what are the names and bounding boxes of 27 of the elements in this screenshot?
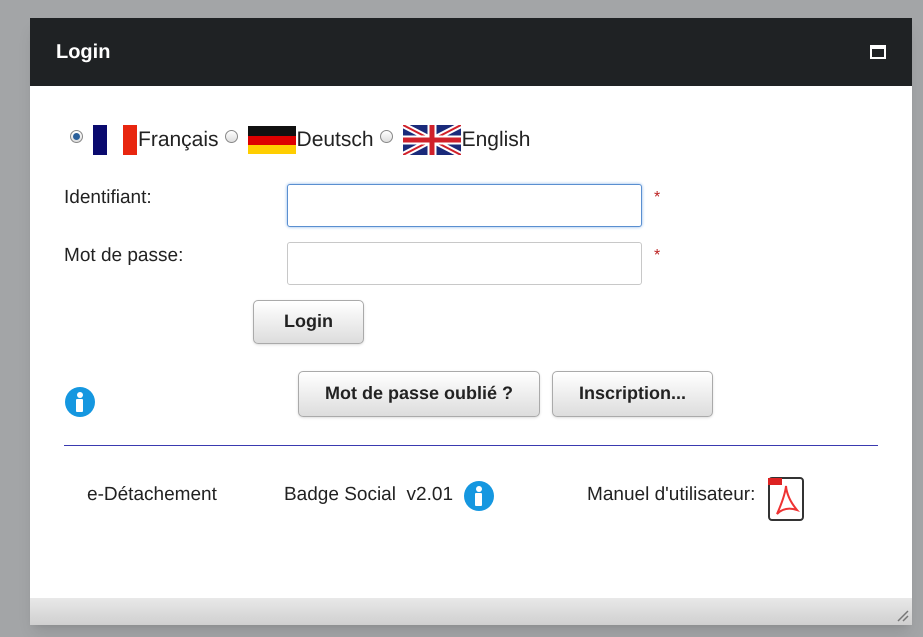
input-field[interactable]	[287, 242, 642, 284]
manual-label: Manuel d'utilisateur:	[587, 483, 756, 508]
language-label[interactable]: Deutsch	[296, 124, 374, 156]
resize-grip-icon[interactable]	[895, 608, 909, 622]
pdf-icon[interactable]	[767, 476, 806, 522]
info-icon	[463, 480, 496, 512]
radio-button[interactable]	[380, 130, 393, 144]
language-label[interactable]: English	[462, 124, 530, 156]
login-button[interactable]: Login	[253, 300, 364, 344]
flag-icon	[93, 124, 137, 155]
language-label[interactable]: Français	[138, 124, 219, 156]
info-icon	[64, 386, 96, 418]
action-button[interactable]: Inscription...	[552, 370, 714, 416]
radio-button[interactable]	[224, 130, 238, 144]
flag-icon	[248, 126, 296, 154]
maximize-icon[interactable]	[870, 45, 886, 59]
input-field[interactable]	[287, 184, 642, 226]
field-label: Identifiant:	[64, 186, 153, 210]
action-button[interactable]: Mot de passe oublié ?	[298, 370, 540, 416]
field-label: Mot de passe:	[64, 244, 184, 268]
required-asterisk: *	[654, 246, 660, 266]
required-asterisk: *	[654, 188, 660, 208]
app-name: e-Détachement	[87, 483, 218, 508]
radio-button[interactable]	[70, 130, 83, 144]
window-title: Login	[56, 40, 110, 65]
version-text: Badge Social v2.01	[284, 483, 454, 508]
flag-icon	[402, 124, 461, 155]
